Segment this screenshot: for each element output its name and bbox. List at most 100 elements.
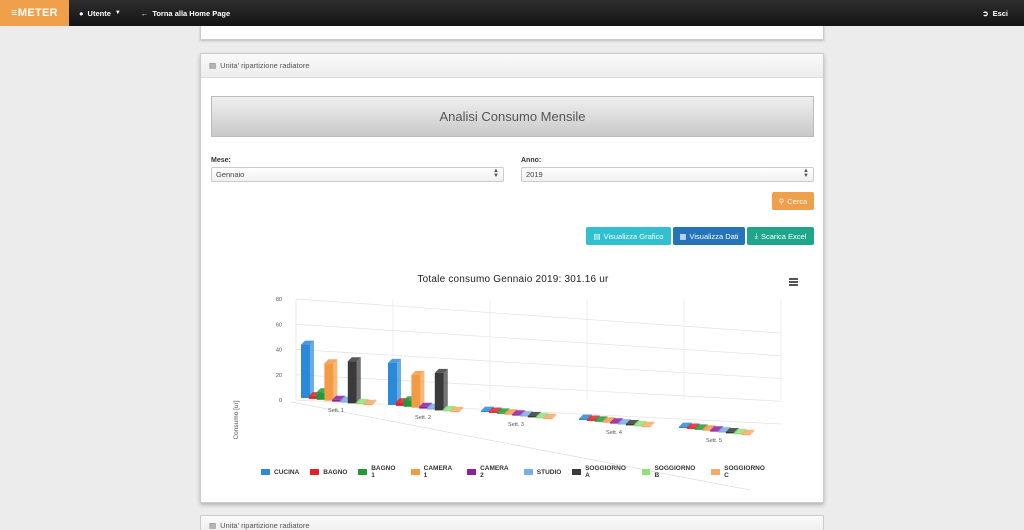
chevron-down-icon: ▼	[114, 10, 121, 16]
navbar: ≡METER ● Utente ▼ ← Torna alla Home Page…	[0, 0, 1024, 26]
bar	[450, 410, 460, 413]
gridline	[295, 374, 782, 402]
bar	[618, 423, 627, 425]
previous-panel	[200, 26, 824, 40]
legend-item[interactable]: SOGGIORNO C	[711, 465, 770, 479]
bar	[686, 427, 696, 429]
bar-side	[443, 368, 448, 411]
show-chart-button[interactable]: ▤ Visualizza Grafico	[586, 227, 671, 245]
bar-side	[310, 340, 314, 398]
show-data-button[interactable]: ▦ Visualizza Dati	[673, 227, 745, 245]
gridline	[295, 349, 782, 379]
chart-legend: CUCINA BAGNO BAGNO 1 CAMERA 1 CAMERA 2 STUDIO…	[261, 465, 781, 479]
x-tick-label: Sett. 5	[706, 438, 722, 444]
bar-chart: 0 20 40 60 80 Consumo [ur] Sett. 1 Sett. 2 Sett.…	[233, 297, 782, 490]
bar	[602, 421, 612, 423]
logout-icon: ➲	[982, 8, 989, 18]
bar	[419, 406, 429, 409]
legend-item[interactable]: BAGNO 1	[358, 465, 399, 479]
download-excel-button[interactable]: ⤓ Scarica Excel	[747, 227, 814, 245]
arrow-left-icon: ←	[140, 8, 149, 18]
legend-label: SOGGIORNO C	[724, 465, 765, 479]
select-arrows-icon: ▲ ▼	[493, 168, 499, 179]
legend-item[interactable]: STUDIO	[523, 465, 562, 479]
bar	[725, 432, 735, 434]
y-axis-title: Consumo [ur]	[233, 400, 240, 439]
mese-label: Mese:	[211, 157, 231, 164]
panel-heading: ▤ Unita' ripartizione radiatore	[201, 54, 823, 78]
legend-swatch	[310, 469, 320, 475]
brand-logo[interactable]: ≡METER	[0, 0, 69, 26]
bar	[718, 431, 727, 433]
logout-label: Esci	[992, 8, 1008, 18]
bar	[710, 430, 720, 432]
mese-select[interactable]: Gennaio ▲ ▼	[211, 167, 504, 182]
legend-item[interactable]: SOGGIORNO B	[641, 465, 701, 479]
legend-swatch	[641, 469, 651, 475]
bar-chart-icon: ▤	[209, 521, 217, 530]
legend-swatch	[467, 469, 477, 475]
bar	[594, 420, 604, 422]
bar	[301, 344, 310, 398]
bar	[496, 412, 506, 414]
anno-select[interactable]: 2019 ▲ ▼	[521, 167, 814, 182]
search-button-label: Cerca	[787, 196, 808, 206]
bar	[340, 400, 349, 403]
legend-item[interactable]: BAGNO	[310, 465, 347, 479]
legend-item[interactable]: SOGGIORNO A	[572, 465, 630, 479]
chart-menu-icon[interactable]	[789, 278, 798, 286]
bar	[520, 415, 529, 417]
bar	[347, 361, 357, 404]
bar	[403, 400, 413, 407]
user-icon: ●	[79, 8, 84, 18]
x-tick-label: Sett. 1	[328, 408, 344, 414]
legend-item[interactable]: CAMERA 2	[467, 465, 512, 479]
anno-select-value: 2019	[526, 170, 543, 179]
show-data-label: Visualizza Dati	[689, 231, 739, 241]
bar	[512, 414, 522, 416]
user-menu[interactable]: ● Utente ▼	[69, 0, 131, 26]
y-tick-label: 60	[276, 322, 282, 328]
gridline	[295, 323, 782, 357]
legend-item[interactable]: CAMERA 1	[410, 465, 456, 479]
bar	[741, 433, 751, 436]
legend-label: BAGNO 1	[371, 465, 396, 479]
bar	[481, 410, 490, 412]
logout-link[interactable]: ➲ Esci	[972, 0, 1024, 26]
home-link[interactable]: ← Torna alla Home Page	[131, 0, 240, 26]
bar	[395, 402, 405, 406]
bar	[332, 399, 342, 402]
legend-label: STUDIO	[536, 468, 562, 476]
legend-swatch	[523, 469, 533, 475]
y-tick-label: 0	[279, 398, 282, 404]
bar	[694, 428, 704, 430]
bar	[733, 432, 743, 435]
y-tick-label: 80	[276, 297, 282, 303]
select-arrows-icon: ▲ ▼	[803, 168, 809, 179]
legend-label: SOGGIORNO A	[585, 465, 626, 479]
user-menu-label: Utente	[87, 8, 111, 18]
bar	[625, 424, 635, 426]
bar-side	[356, 357, 361, 404]
download-excel-label: Scarica Excel	[760, 231, 807, 241]
bar	[579, 418, 588, 420]
legend-swatch	[410, 469, 420, 475]
search-button[interactable]: ⚲ Cerca	[772, 192, 814, 210]
bar	[355, 402, 365, 405]
legend-label: CUCINA	[274, 468, 300, 476]
x-tick-label: Sett. 3	[508, 422, 524, 428]
gridline	[295, 298, 782, 334]
legend-swatch	[711, 469, 721, 475]
bar	[308, 396, 318, 399]
legend-swatch	[572, 469, 582, 475]
panel-heading-label: Unita' ripartizione radiatore	[220, 521, 310, 530]
x-tick-label: Sett. 4	[606, 430, 622, 436]
mese-select-value: Gennaio	[216, 170, 245, 179]
bar-side	[420, 370, 425, 408]
bar	[610, 422, 620, 424]
legend-item[interactable]: CUCINA	[261, 465, 299, 479]
bar	[363, 403, 373, 406]
bar	[316, 392, 326, 400]
bar	[388, 362, 397, 405]
bar	[702, 429, 712, 431]
